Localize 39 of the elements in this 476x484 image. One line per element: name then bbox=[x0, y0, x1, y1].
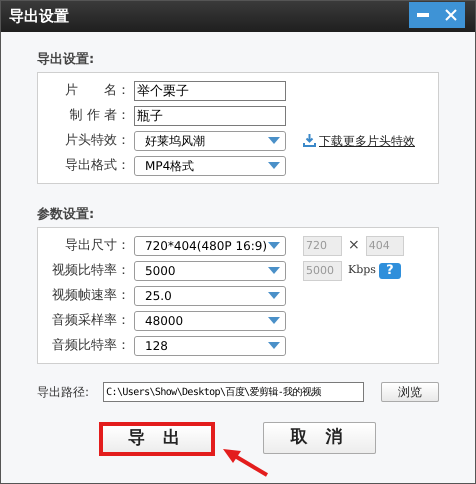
cancel-button[interactable]: 取 消 bbox=[263, 422, 376, 454]
dropdown-arrow-icon bbox=[268, 292, 280, 299]
dropdown[interactable]: 48000 bbox=[134, 310, 286, 330]
dropdown[interactable]: 5000 bbox=[134, 260, 286, 280]
field-label: 音频采样率： bbox=[51, 312, 131, 330]
field-label: 片头特效： bbox=[64, 132, 131, 150]
dropdown-arrow-icon bbox=[268, 137, 280, 144]
dropdown-arrow-icon bbox=[268, 162, 280, 169]
dropdown[interactable]: 128 bbox=[134, 336, 286, 356]
text-field[interactable]: 举个栗子 bbox=[134, 80, 286, 100]
unit-label: Kbps bbox=[348, 262, 376, 278]
times-sign: × bbox=[348, 236, 360, 255]
dropdown[interactable]: 720*404(480P 16:9) bbox=[134, 236, 286, 256]
text-field[interactable]: 瓶子 bbox=[134, 106, 286, 126]
section-title: 参数设置: bbox=[37, 206, 96, 224]
field-label: 片 名： bbox=[64, 82, 131, 100]
dropdown-arrow-icon bbox=[268, 267, 280, 274]
close-icon[interactable] bbox=[445, 9, 457, 21]
field-label: 制 作 者： bbox=[68, 106, 131, 125]
path-label: 导出路径: bbox=[37, 384, 90, 401]
browse-button[interactable]: 浏览 bbox=[380, 382, 439, 402]
export-button[interactable]: 导 出 bbox=[99, 422, 215, 456]
field-label: 视频帧速率： bbox=[51, 286, 131, 305]
field-label: 视频比特率： bbox=[51, 262, 131, 280]
download-icon bbox=[303, 134, 316, 147]
field-label: 音频比特率： bbox=[51, 336, 131, 355]
download-link[interactable]: 下载更多片头特效 bbox=[303, 132, 415, 150]
window-title: 导出设置 bbox=[9, 6, 69, 28]
dropdown-arrow-icon bbox=[268, 242, 280, 249]
pointer-arrow bbox=[221, 447, 271, 477]
section-title: 导出设置: bbox=[37, 51, 96, 69]
field-label: 导出尺寸： bbox=[64, 236, 131, 255]
dropdown-arrow-icon bbox=[268, 317, 280, 324]
dropdown[interactable]: 好莱坞风潮 bbox=[134, 130, 286, 150]
field-label: 导出格式： bbox=[64, 156, 131, 175]
dropdown[interactable]: 25.0 bbox=[134, 286, 286, 306]
dropdown-arrow-icon bbox=[268, 342, 280, 349]
dropdown[interactable]: MP4格式 bbox=[134, 156, 286, 176]
path-field[interactable]: C:\Users\Show\Desktop\百度\爱剪辑-我的视频 bbox=[103, 382, 364, 402]
